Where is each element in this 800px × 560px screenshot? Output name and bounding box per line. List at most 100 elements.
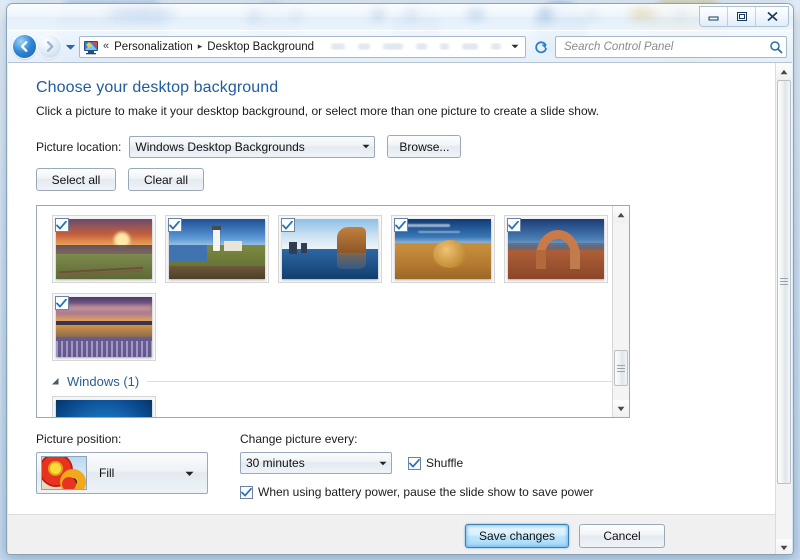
scroll-grip (780, 276, 788, 287)
picture-position-combo[interactable]: Fill (36, 452, 208, 494)
address-bar[interactable]: « Personalization ▸ Desktop Background (79, 36, 526, 58)
search-icon[interactable] (769, 40, 783, 54)
client-area: Choose your desktop background Click a p… (8, 62, 792, 555)
battery-checkbox-row[interactable]: When using battery power, pause the slid… (240, 485, 594, 499)
scroll-up-icon (780, 69, 788, 75)
wallpaper-list-scrollbar[interactable] (612, 206, 629, 417)
breadcrumb-overflow[interactable]: « (103, 41, 109, 52)
scroll-grip (617, 363, 625, 374)
clear-all-button[interactable]: Clear all (128, 168, 204, 191)
picture-location-label: Picture location: (36, 140, 121, 154)
maximize-button[interactable] (728, 7, 756, 26)
scroll-up-button[interactable] (776, 63, 792, 80)
thumbnail-frame (52, 396, 156, 417)
battery-checkbox[interactable] (240, 486, 253, 499)
back-arrow-icon (18, 40, 31, 53)
cancel-button[interactable]: Cancel (579, 524, 665, 548)
battery-label: When using battery power, pause the slid… (258, 485, 594, 499)
thumbnail-checkbox[interactable] (507, 218, 521, 232)
hay-bale-field-image (395, 219, 491, 279)
lupine-lake-sunset-image (56, 297, 152, 357)
browse-button[interactable]: Browse... (387, 135, 461, 158)
wallpaper-thumbnail[interactable] (386, 214, 499, 284)
refresh-button[interactable] (530, 36, 552, 58)
wallpaper-thumbnail[interactable] (160, 214, 273, 284)
save-changes-button[interactable]: Save changes (465, 524, 569, 548)
select-all-button[interactable]: Select all (36, 168, 116, 191)
scroll-track[interactable] (776, 80, 792, 539)
thumbnail-checkbox[interactable] (55, 218, 69, 232)
page-title: Choose your desktop background (36, 79, 775, 97)
breadcrumb-desktop-background[interactable]: Desktop Background (204, 40, 317, 54)
search-box[interactable] (555, 36, 787, 58)
scroll-up-icon (617, 212, 625, 218)
control-panel-window: « Personalization ▸ Desktop Background (6, 3, 794, 555)
scroll-up-button[interactable] (613, 206, 629, 223)
glass-highlight (467, 9, 485, 20)
glass-highlight (677, 11, 685, 19)
checkmark-icon (508, 221, 519, 230)
restore-icon (736, 11, 748, 22)
breadcrumb-personalization[interactable]: Personalization (111, 40, 196, 54)
close-button[interactable] (756, 7, 788, 26)
wallpaper-list: Windows (1) (36, 205, 630, 418)
glass-highlight (247, 10, 261, 20)
triangle-collapse-icon[interactable] (51, 377, 60, 386)
glass-highlight (537, 8, 553, 21)
group-header-windows[interactable]: Windows (1) (51, 374, 612, 389)
checkmark-icon (169, 221, 180, 230)
combo-arrow[interactable] (185, 464, 207, 482)
scroll-down-button[interactable] (776, 539, 792, 555)
picture-location-combo[interactable]: Windows Desktop Backgrounds (129, 136, 375, 158)
breadcrumb-separator-icon[interactable]: ▸ (198, 42, 203, 51)
scroll-thumb[interactable] (777, 80, 791, 484)
picture-position-label: Picture position: (36, 432, 208, 446)
glass-highlight (107, 8, 177, 20)
picture-position-value: Fill (99, 466, 114, 480)
thumbnail-checkbox[interactable] (168, 218, 182, 232)
content-pane: Choose your desktop background Click a p… (8, 63, 775, 555)
command-bar: Save changes Cancel (8, 514, 775, 555)
window-controls (699, 6, 789, 27)
wallpaper-list-viewport: Windows (1) (37, 206, 612, 417)
windows-7-default-image (56, 400, 152, 417)
title-bar[interactable] (7, 4, 793, 31)
group-divider (147, 381, 612, 382)
shuffle-checkbox-row[interactable]: Shuffle (408, 456, 463, 470)
thumbnail-checkbox[interactable] (55, 296, 69, 310)
thumbnail-frame (52, 293, 156, 361)
thumbnail-checkbox[interactable] (394, 218, 408, 232)
scroll-down-icon (780, 545, 788, 551)
picture-location-value: Windows Desktop Backgrounds (135, 140, 304, 154)
thumbnail-checkbox[interactable] (281, 218, 295, 232)
wallpaper-thumbnail[interactable] (47, 292, 160, 362)
thumbnail-frame (165, 215, 269, 283)
back-button[interactable] (13, 35, 36, 58)
scroll-thumb[interactable] (614, 350, 628, 385)
scroll-down-button[interactable] (613, 400, 629, 417)
landscapes-sunset-mountains-image (56, 219, 152, 279)
wallpaper-thumbnail[interactable] (47, 214, 160, 284)
wallpaper-thumbnail[interactable] (499, 214, 612, 284)
combo-arrow[interactable] (374, 453, 391, 473)
search-input[interactable] (562, 40, 769, 54)
glass-highlight (587, 10, 597, 20)
change-interval-combo[interactable]: 30 minutes (240, 452, 392, 474)
wallpaper-thumbnail[interactable] (47, 395, 160, 417)
combo-arrow[interactable] (357, 137, 374, 157)
minimize-button[interactable] (700, 7, 728, 26)
picture-position-preview (41, 456, 87, 490)
scroll-track[interactable] (613, 223, 629, 400)
checkmark-icon (282, 221, 293, 230)
forward-button[interactable] (38, 35, 61, 58)
change-interval-value: 30 minutes (246, 456, 305, 470)
selection-buttons-row: Select all Clear all (36, 168, 775, 191)
chevron-down-icon (511, 44, 519, 49)
shuffle-checkbox[interactable] (408, 457, 421, 470)
recent-pages-button[interactable] (64, 35, 77, 58)
wallpaper-thumbnail[interactable] (273, 214, 386, 284)
settings-columns: Picture position: Fill (36, 432, 775, 499)
window-scrollbar[interactable] (775, 63, 792, 555)
address-dropdown-button[interactable] (507, 37, 523, 57)
group-label: Windows (1) (67, 374, 139, 389)
